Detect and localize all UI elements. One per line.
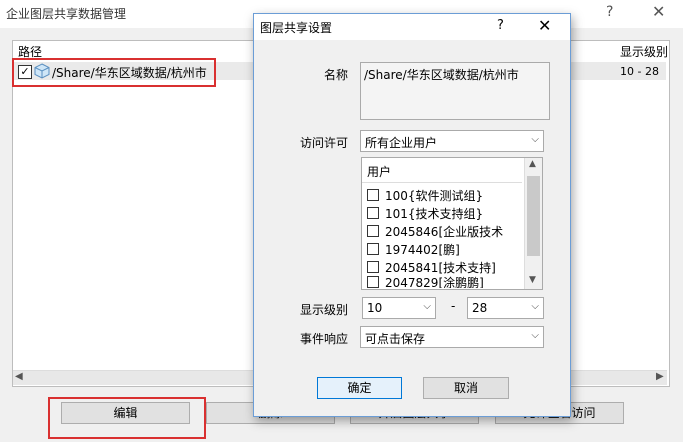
user-label: 2047829[涂鹏鹏]	[385, 276, 484, 288]
vertical-scrollbar[interactable]: ▲ ▼	[524, 158, 542, 289]
cancel-button[interactable]: 取消	[423, 377, 509, 399]
user-checkbox[interactable]	[367, 261, 379, 273]
event-select[interactable]: 可点击保存 ⌵	[360, 326, 544, 348]
access-label: 访问许可	[299, 136, 348, 150]
user-list-header: 用户	[367, 165, 392, 179]
level-min-value: 10	[367, 301, 383, 315]
level-max-value: 28	[472, 301, 488, 315]
level-label: 显示级别	[299, 303, 348, 317]
user-label: 101{技术支持组}	[385, 207, 484, 221]
scroll-up-icon[interactable]: ▲	[529, 159, 536, 169]
user-checkbox[interactable]	[367, 225, 379, 237]
user-list[interactable]: 用户 100{软件测试组} 101{技术支持组} 2045846[企业版技术 1…	[361, 157, 543, 290]
user-checkbox[interactable]	[367, 243, 379, 255]
help-icon[interactable]: ?	[497, 18, 504, 33]
scroll-left-icon[interactable]: ◀	[15, 371, 23, 382]
dialog-titlebar: 图层共享设置 ? ✕	[254, 14, 570, 40]
user-item[interactable]: 2045846[企业版技术	[367, 223, 503, 240]
user-label: 1974402[鹏]	[385, 243, 460, 257]
dialog-title: 图层共享设置	[260, 21, 333, 35]
share-settings-dialog: 图层共享设置 ? ✕ 名称 /Share/华东区域数据/杭州市 访问许可 所有企…	[253, 13, 571, 417]
user-item[interactable]: 100{软件测试组}	[367, 187, 483, 204]
user-label: 100{软件测试组}	[385, 189, 484, 203]
access-select[interactable]: 所有企业用户 ⌵	[360, 130, 544, 152]
divider	[362, 182, 522, 183]
help-icon[interactable]: ?	[606, 4, 613, 20]
user-checkbox[interactable]	[367, 189, 379, 201]
event-value: 可点击保存	[365, 332, 426, 346]
scroll-down-icon[interactable]: ▼	[529, 275, 536, 285]
close-icon[interactable]: ✕	[652, 2, 665, 21]
name-value: /Share/华东区域数据/杭州市	[364, 68, 519, 82]
user-item[interactable]: 2047829[涂鹏鹏]	[367, 274, 484, 288]
scrollbar-thumb[interactable]	[527, 176, 540, 256]
user-checkbox[interactable]	[367, 276, 379, 288]
chevron-down-icon: ⌵	[531, 301, 539, 312]
level-max-select[interactable]: 28 ⌵	[467, 297, 544, 319]
highlight-box-row	[12, 58, 216, 87]
user-label: 2045841[技术支持]	[385, 261, 496, 275]
scroll-right-icon[interactable]: ▶	[656, 371, 664, 382]
highlight-box-edit	[48, 397, 206, 439]
event-label: 事件响应	[299, 332, 348, 346]
chevron-down-icon: ⌵	[423, 301, 431, 312]
window-title: 企业图层共享数据管理	[6, 7, 127, 21]
name-label: 名称	[323, 68, 348, 82]
user-item[interactable]: 1974402[鹏]	[367, 241, 460, 258]
user-item[interactable]: 101{技术支持组}	[367, 205, 483, 222]
user-label: 2045846[企业版技术	[385, 225, 504, 239]
access-value: 所有企业用户	[365, 136, 438, 150]
column-header-level[interactable]: 显示级别	[620, 43, 669, 60]
chevron-down-icon: ⌵	[531, 134, 539, 145]
user-checkbox[interactable]	[367, 207, 379, 219]
name-field: /Share/华东区域数据/杭州市	[360, 62, 550, 120]
row-level: 10 - 28	[620, 65, 659, 78]
level-separator: -	[451, 299, 456, 313]
level-min-select[interactable]: 10 ⌵	[362, 297, 436, 319]
ok-button[interactable]: 确定	[317, 377, 402, 399]
chevron-down-icon: ⌵	[531, 330, 539, 341]
close-icon[interactable]: ✕	[538, 16, 551, 35]
